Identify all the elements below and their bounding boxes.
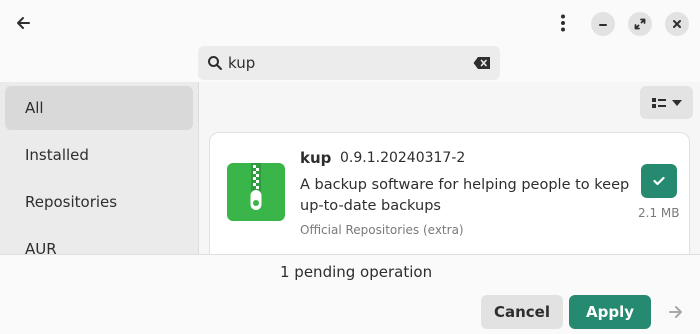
sidebar-item-installed[interactable]: Installed bbox=[5, 133, 193, 177]
apply-button[interactable]: Apply bbox=[569, 295, 651, 329]
package-repository: Official Repositories (extra) bbox=[300, 223, 464, 237]
next-button[interactable] bbox=[664, 302, 688, 322]
cancel-button[interactable]: Cancel bbox=[481, 295, 563, 329]
sidebar: All Installed Repositories AUR bbox=[0, 82, 199, 254]
maximize-icon bbox=[634, 18, 646, 30]
package-size: 2.1 MB bbox=[638, 206, 680, 220]
kebab-menu-icon bbox=[561, 14, 565, 32]
header-bar bbox=[0, 0, 700, 82]
sidebar-item-label: Installed bbox=[25, 146, 89, 164]
sidebar-item-all[interactable]: All bbox=[5, 86, 193, 130]
package-name: kup bbox=[300, 149, 332, 167]
close-button[interactable] bbox=[665, 12, 689, 36]
chevron-down-icon bbox=[671, 99, 682, 106]
close-icon bbox=[673, 20, 681, 28]
backspace-clear-icon[interactable] bbox=[473, 56, 491, 70]
search-bar[interactable] bbox=[198, 46, 500, 80]
search-input[interactable] bbox=[228, 52, 468, 74]
arrow-right-icon bbox=[669, 306, 682, 318]
main-menu-button[interactable] bbox=[550, 9, 576, 37]
sidebar-item-label: All bbox=[25, 99, 44, 117]
package-description: A backup software for helping people to … bbox=[300, 177, 630, 214]
maximize-button[interactable] bbox=[628, 12, 652, 36]
zip-archive-icon bbox=[227, 163, 285, 221]
minimize-button[interactable] bbox=[591, 12, 615, 36]
footer-bar: 1 pending operation Cancel Apply bbox=[0, 254, 700, 334]
sidebar-item-repositories[interactable]: Repositories bbox=[5, 180, 193, 224]
checkmark-icon bbox=[653, 176, 665, 186]
search-icon bbox=[208, 56, 222, 70]
pending-operations-text[interactable]: 1 pending operation bbox=[280, 263, 432, 281]
view-mode-button[interactable] bbox=[640, 86, 693, 119]
package-list-area: kup 0.9.1.20240317-2 A backup software f… bbox=[199, 82, 700, 254]
select-package-button[interactable] bbox=[641, 164, 677, 198]
sidebar-item-aur[interactable]: AUR bbox=[5, 227, 193, 254]
package-card[interactable]: kup 0.9.1.20240317-2 A backup software f… bbox=[209, 132, 690, 254]
sidebar-item-label: AUR bbox=[25, 240, 57, 254]
package-version: 0.9.1.20240317-2 bbox=[340, 150, 466, 166]
back-button[interactable] bbox=[10, 10, 36, 36]
sidebar-item-label: Repositories bbox=[25, 193, 118, 211]
arrow-left-icon bbox=[17, 17, 30, 29]
minimize-icon bbox=[599, 24, 607, 26]
list-view-icon bbox=[651, 97, 666, 108]
